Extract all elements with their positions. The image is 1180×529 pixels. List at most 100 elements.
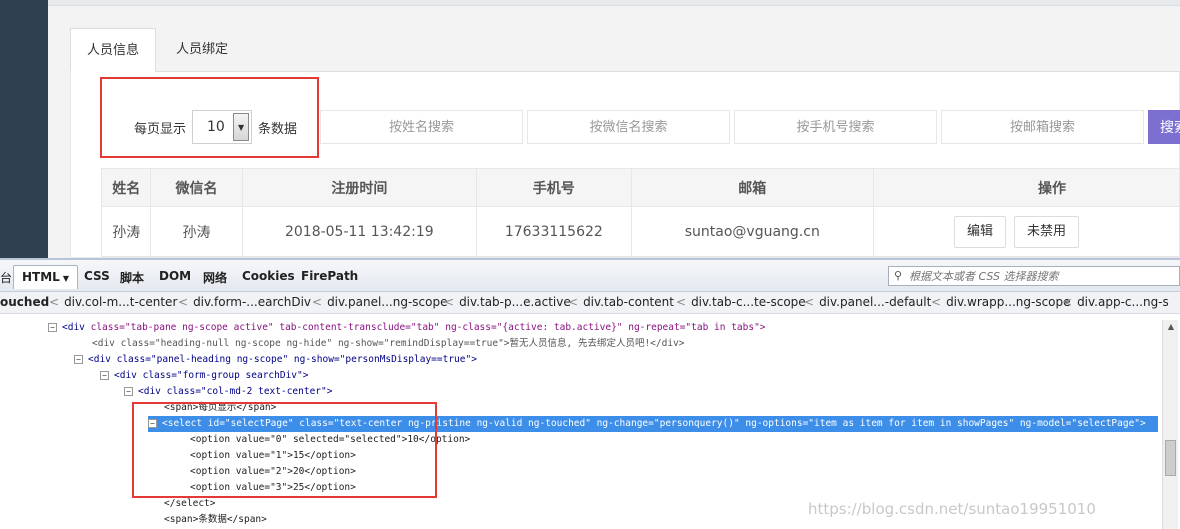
code-line-option[interactable]: <option value="1">15</option> [190,448,356,464]
breadcrumb-label: div.panel...ng-scope [327,295,448,309]
breadcrumb-item[interactable]: < div.wrapp...ng-scope [931,295,1071,309]
code-line-tab-pane[interactable]: − <div class="tab-pane ng-scope active" t… [48,320,766,336]
column-header-email: 邮箱 [630,168,875,207]
cell-actions: 编辑 未禁用 [873,206,1180,257]
html-tree-view: − <div class="tab-pane ng-scope active" t… [0,316,1180,529]
cell-phone: 17633115622 [476,206,632,257]
cell-name: 孙涛 [100,206,152,257]
breadcrumb-item[interactable]: < div.tab-content [568,295,674,309]
column-header-actions: 操作 [873,168,1180,207]
code-line-form-group[interactable]: − <div class="form-group searchDiv"> [100,368,308,384]
devtools-tab-html[interactable]: HTML ▼ [13,265,78,289]
app-window: 人员信息 人员绑定 每页显示 10 ▼ 条数据 搜索 姓名 微信名 注册时间 手… [0,0,1180,258]
breadcrumb-item[interactable]: < div.app-c...ng-s [1062,295,1169,309]
cell-email: suntao@vguang.cn [630,206,875,257]
devtools-tab-firepath[interactable]: FirePath [301,269,358,283]
breadcrumb-label: div.tab-c...te-scope [691,295,806,309]
column-header-phone: 手机号 [476,168,632,207]
chevron-left-icon: < [444,295,455,309]
search-button[interactable]: 搜索 [1148,110,1180,144]
page-size-select[interactable]: 10 ▼ [192,110,253,144]
breadcrumb-item[interactable]: < div.panel...ng-scope [312,295,447,309]
page-size-group: 每页显示 10 ▼ 条数据 [134,110,297,144]
dropdown-arrow-icon[interactable]: ▼ [233,113,250,141]
breadcrumb-item[interactable]: < div.panel...-default [804,295,931,309]
code-line-panel-heading[interactable]: − <div class="panel-heading ng-scope" ng-… [74,352,477,368]
table-header-row: 姓名 微信名 注册时间 手机号 邮箱 操作 [100,168,1180,207]
chevron-left-icon: < [312,295,323,309]
search-email-input[interactable] [941,110,1144,144]
sidebar [0,0,48,258]
scrollbar[interactable]: ▲ [1162,320,1178,529]
devtools-tab-css[interactable]: CSS [84,269,110,283]
caret-down-icon: ▼ [62,274,69,283]
breadcrumb-label: div.wrapp...ng-scope [946,295,1071,309]
breadcrumb-item[interactable]: < div.col-m...t-center [49,295,177,309]
table-row: 孙涛 孙涛 2018-05-11 13:42:19 17633115622 su… [100,206,1180,257]
devtools-tab-dom[interactable]: DOM [159,269,191,283]
column-header-wechat: 微信名 [150,168,243,207]
devtools-search-input[interactable] [888,266,1180,286]
cell-wechat: 孙涛 [150,206,243,257]
devtools-tab-net[interactable]: 网络 [203,269,227,286]
breadcrumb: ouched < div.col-m...t-center < div.form-.… [0,292,1180,314]
code-line-select-close[interactable]: </select> [164,496,215,512]
chevron-left-icon: < [804,295,815,309]
collapse-icon[interactable]: − [74,355,83,364]
edit-button[interactable]: 编辑 [954,215,1007,248]
tab-strip: 人员信息 人员绑定 [70,28,1180,72]
breadcrumb-item[interactable]: ouched [0,295,49,309]
code-line-option[interactable]: <option value="0" selected="selected">10… [190,432,470,448]
column-header-name: 姓名 [100,168,152,207]
ban-button[interactable]: 未禁用 [1014,215,1080,248]
collapse-icon[interactable]: − [148,419,157,428]
chevron-left-icon: < [931,295,942,309]
code-line-col-md-2[interactable]: − <div class="col-md-2 text-center"> [124,384,332,400]
page-size-suffix: 条数据 [258,121,298,137]
devtools-tab-script[interactable]: 脚本 [120,269,144,286]
tab-personnel-binding[interactable]: 人员绑定 [160,28,244,72]
scrollbar-thumb[interactable] [1165,440,1176,476]
collapse-icon[interactable]: − [124,387,133,396]
breadcrumb-label: div.app-c...ng-s [1077,295,1169,309]
scroll-up-icon[interactable]: ▲ [1163,320,1179,334]
search-name-input[interactable] [320,110,523,144]
devtools-tab-html-label: HTML [22,270,60,284]
top-bar [48,0,1180,6]
devtools-toolbar: 台 HTML▼ CSS 脚本 DOM 网络 Cookies FirePath ⚲ [0,260,1180,292]
breadcrumb-item[interactable]: < div.tab-p...e.active [444,295,571,309]
collapse-icon[interactable]: − [100,371,109,380]
tab-personnel-info[interactable]: 人员信息 [70,28,157,72]
code-line-option[interactable]: <option value="3">25</option> [190,480,356,496]
page-size-prefix: 每页显示 [134,121,187,137]
cell-registered: 2018-05-11 13:42:19 [241,206,478,257]
search-phone-input[interactable] [734,110,937,144]
breadcrumb-label: div.tab-content [583,295,674,309]
search-icon: ⚲ [894,269,903,282]
collapse-icon[interactable]: − [48,323,57,332]
breadcrumb-item[interactable]: < div.form-...earchDiv [178,295,311,309]
chevron-left-icon: < [49,295,60,309]
page-size-value: 10 [207,119,225,135]
breadcrumb-label: div.tab-p...e.active [459,295,571,309]
devtools-tab-cookies[interactable]: Cookies [242,269,295,283]
breadcrumb-item[interactable]: < div.tab-c...te-scope [676,295,806,309]
chevron-left-icon: < [178,295,189,309]
code-line-heading-null[interactable]: <div class="heading-null ng-scope ng-hid… [92,336,685,352]
breadcrumb-label: div.form-...earchDiv [193,295,312,309]
code-line-select-selected[interactable]: − <select id="selectPage" class="text-cen… [148,416,1158,432]
devtools-tab-console[interactable]: 台 [0,269,12,286]
search-wechat-input[interactable] [527,110,730,144]
column-header-registered: 注册时间 [241,168,478,207]
chevron-left-icon: < [1062,295,1073,309]
chevron-left-icon: < [676,295,687,309]
code-line-span-suffix[interactable]: <span>条数据</span> [164,512,267,528]
watermark: https://blog.csdn.net/suntao19951010 [808,500,1096,518]
code-line-span-prefix[interactable]: <span>每页显示</span> [164,400,276,416]
firebug-panel: 台 HTML▼ CSS 脚本 DOM 网络 Cookies FirePath ⚲… [0,258,1180,529]
breadcrumb-label: div.col-m...t-center [64,295,178,309]
breadcrumb-label: div.panel...-default [819,295,932,309]
code-line-option[interactable]: <option value="2">20</option> [190,464,356,480]
chevron-left-icon: < [568,295,579,309]
personnel-table: 姓名 微信名 注册时间 手机号 邮箱 操作 孙涛 孙涛 2018-05-11 1… [100,168,1180,257]
